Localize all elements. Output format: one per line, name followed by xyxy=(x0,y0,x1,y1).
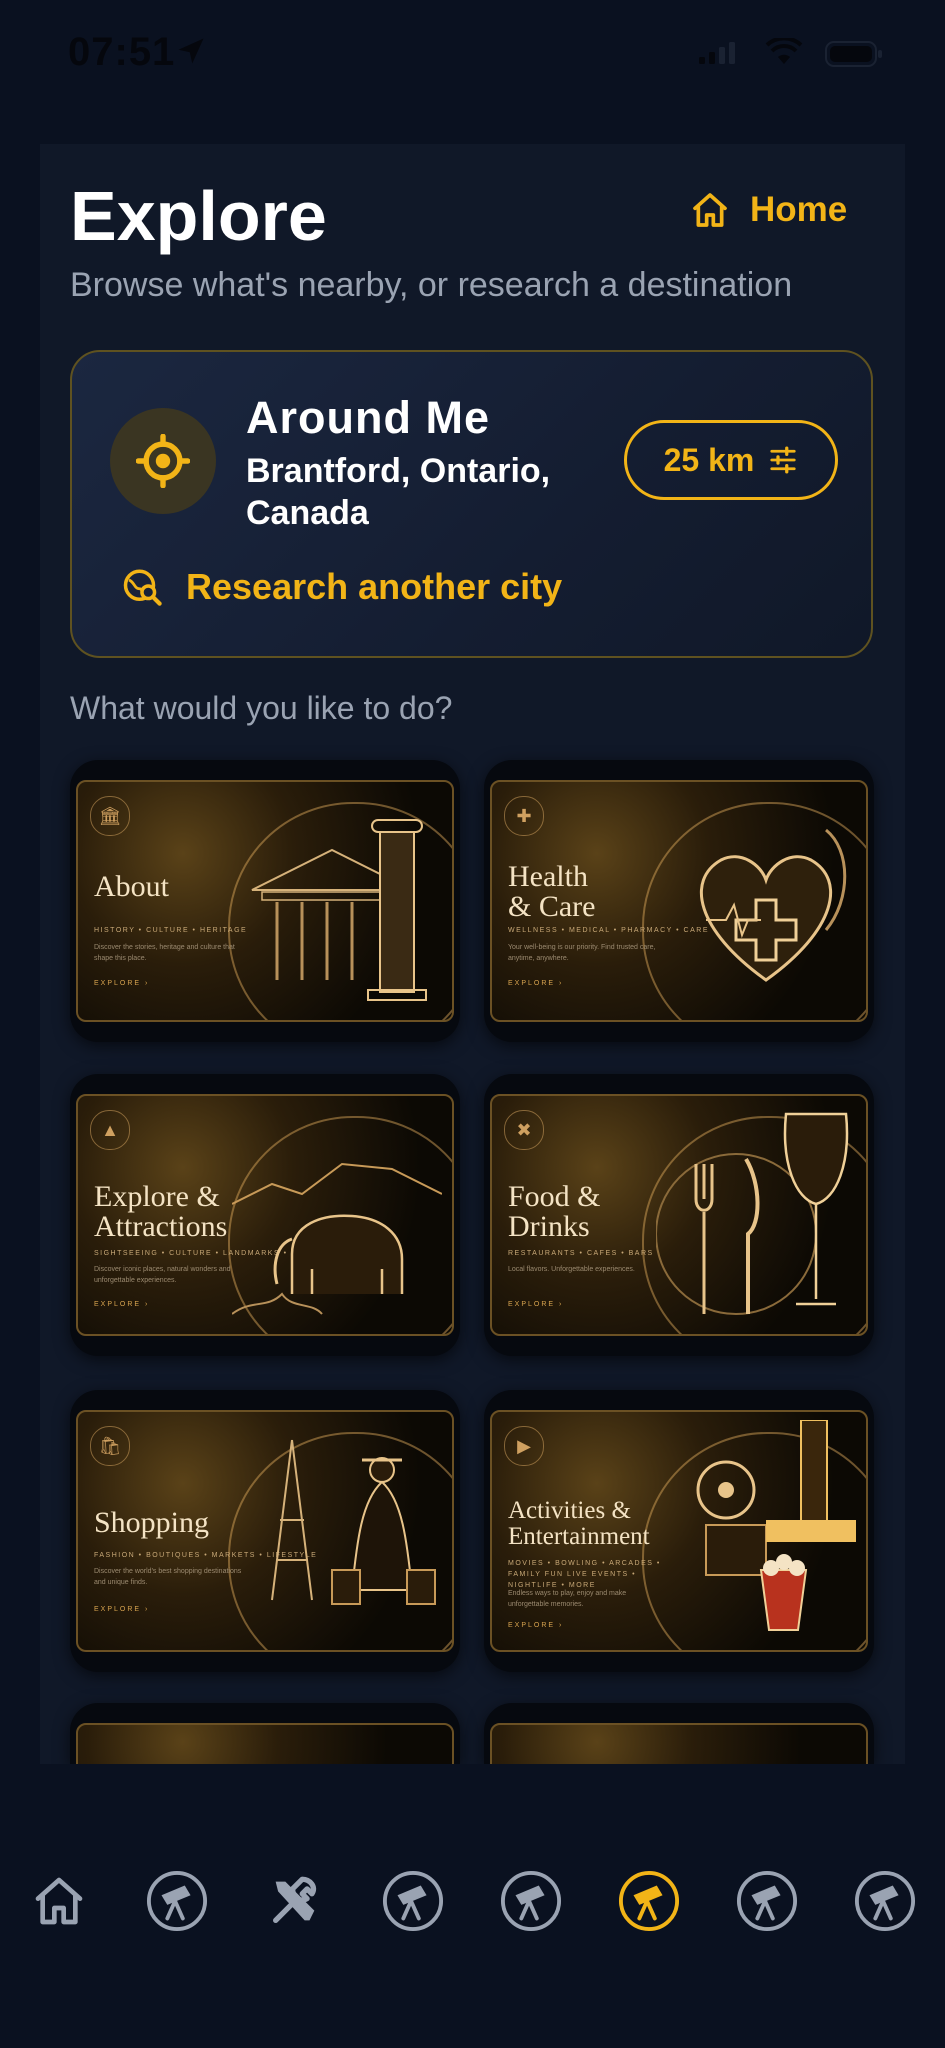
tile-about[interactable]: 🏛 About HISTORY • CULTURE • HERITAGE Dis… xyxy=(70,760,460,1042)
medical-cross-icon: ✚ xyxy=(504,796,544,836)
nav-telescope-3[interactable] xyxy=(500,1870,562,1932)
tile-explore-link: EXPLORE › xyxy=(94,980,150,987)
cutlery-icon: ✖ xyxy=(504,1110,544,1150)
section-question: What would you like to do? xyxy=(70,690,453,726)
tile-explore-link: EXPLORE › xyxy=(94,1301,150,1308)
research-label: Research another city xyxy=(186,566,563,607)
sliders-icon xyxy=(770,446,796,474)
pillar-illustration xyxy=(251,819,427,1001)
nav-telescope-4[interactable] xyxy=(736,1870,798,1932)
page-title: Explore xyxy=(70,177,327,255)
tile-title: Activities & Entertainment xyxy=(508,1497,650,1550)
tile-explore-link: EXPLORE › xyxy=(508,1622,564,1629)
telescope-icon xyxy=(146,1870,208,1932)
nav-telescope-1[interactable] xyxy=(146,1870,208,1932)
mountain-icon: ▲ xyxy=(90,1110,130,1150)
radius-value: 25 km xyxy=(663,441,755,478)
nav-tools[interactable] xyxy=(264,1870,326,1932)
status-bar: 07:51 xyxy=(0,0,945,110)
telescope-icon xyxy=(618,1870,680,1932)
home-link[interactable]: Home xyxy=(690,190,847,230)
tile-explore-attractions[interactable]: ▲ Explore & Attractions SIGHTSEEING • CU… xyxy=(70,1074,460,1356)
tile-artwork xyxy=(76,1723,454,1764)
current-location: Brantford, Ontario, Canada xyxy=(246,452,551,532)
tools-icon xyxy=(273,1876,317,1923)
tile-title: Food & Drinks xyxy=(508,1180,601,1243)
status-time: 07:51 xyxy=(68,30,176,74)
telescope-icon xyxy=(382,1870,444,1932)
telescope-icon xyxy=(736,1870,798,1932)
tile-artwork: ✖ Food & Drinks RESTAURANTS • CAFES • BA… xyxy=(490,1094,868,1336)
tile-title: Shopping xyxy=(94,1506,210,1539)
tile-description: Discover iconic places, natural wonders … xyxy=(94,1266,231,1284)
tile-explore-link: EXPLORE › xyxy=(508,980,564,987)
home-label: Home xyxy=(750,190,848,229)
tile-description: Discover the world's best shopping desti… xyxy=(94,1568,242,1586)
tile-artwork: ✚ Health & Care WELLNESS • MEDICAL • PHA… xyxy=(490,780,868,1022)
telescope-icon xyxy=(854,1870,916,1932)
tile-tags: HISTORY • CULTURE • HERITAGE xyxy=(94,927,248,934)
wine-glass-illustration xyxy=(656,1112,849,1315)
around-me-card[interactable]: Around Me Brantford, Ontario, Canada 25 … xyxy=(70,350,873,658)
shopping-bag-icon: 🛍 xyxy=(90,1426,130,1466)
tile-health-care[interactable]: ✚ Health & Care WELLNESS • MEDICAL • PHA… xyxy=(484,760,874,1042)
tile-shopping[interactable]: 🛍 Shopping FASHION • BOUTIQUES • MARKETS… xyxy=(70,1390,460,1672)
tile-explore-link: EXPLORE › xyxy=(508,1301,564,1308)
tile-food-drinks[interactable]: ✖ Food & Drinks RESTAURANTS • CAFES • BA… xyxy=(484,1074,874,1356)
heart-stethoscope-illustration xyxy=(699,828,847,982)
page-subtitle: Browse what's nearby, or research a dest… xyxy=(70,266,793,304)
tile-partial-right[interactable] xyxy=(484,1703,874,1764)
elephant-illustration xyxy=(232,1162,442,1315)
nav-telescope-2[interactable] xyxy=(382,1870,444,1932)
tile-description: Local flavors. Unforgettable experiences… xyxy=(508,1266,635,1273)
tile-partial-left[interactable] xyxy=(70,1703,460,1764)
film-reel-icon: ▶ xyxy=(504,1426,544,1466)
telescope-icon xyxy=(500,1870,562,1932)
battery-icon xyxy=(825,41,882,67)
tile-title: Explore & Attractions xyxy=(94,1180,228,1243)
tile-artwork xyxy=(490,1723,868,1764)
tile-artwork: 🏛 About HISTORY • CULTURE • HERITAGE Dis… xyxy=(76,780,454,1022)
home-icon xyxy=(693,193,727,227)
nav-telescope-5[interactable] xyxy=(854,1870,916,1932)
around-me-title: Around Me xyxy=(246,392,490,443)
tile-explore-link: EXPLORE › xyxy=(94,1606,150,1613)
tile-tags: MOVIES • BOWLING • ARCADES • FAMILY FUN … xyxy=(508,1560,661,1589)
research-city-button[interactable]: Research another city xyxy=(122,566,562,608)
nav-telescope-active[interactable] xyxy=(618,1870,680,1932)
tile-description: Discover the stories, heritage and cultu… xyxy=(94,944,235,962)
tile-artwork: 🛍 Shopping FASHION • BOUTIQUES • MARKETS… xyxy=(76,1410,454,1652)
crosshair-icon xyxy=(110,408,216,514)
cellular-signal-icon xyxy=(699,42,735,64)
tile-title: Health & Care xyxy=(508,860,596,923)
cinema-illustration xyxy=(696,1420,856,1631)
tile-title: About xyxy=(94,870,169,903)
globe-search-icon xyxy=(123,569,162,606)
tile-tags: RESTAURANTS • CAFES • BARS xyxy=(508,1250,654,1257)
home-icon xyxy=(35,1877,83,1925)
nav-home[interactable] xyxy=(28,1870,90,1932)
bottom-nav xyxy=(0,1764,945,2048)
tile-activities-entertainment[interactable]: ▶ Activities & Entertainment MOVIES • BO… xyxy=(484,1390,874,1672)
location-arrow-icon xyxy=(178,38,204,64)
tile-artwork: ▲ Explore & Attractions SIGHTSEEING • CU… xyxy=(76,1094,454,1336)
wifi-icon xyxy=(765,38,803,64)
eiffel-shopper-illustration xyxy=(271,1439,436,1605)
tile-description: Your well-being is our priority. Find tr… xyxy=(508,944,656,962)
radius-filter-button[interactable]: 25 km xyxy=(624,420,838,500)
tile-description: Endless ways to play, enjoy and make unf… xyxy=(508,1590,627,1608)
column-icon: 🏛 xyxy=(90,796,130,836)
tile-artwork: ▶ Activities & Entertainment MOVIES • BO… xyxy=(490,1410,868,1652)
